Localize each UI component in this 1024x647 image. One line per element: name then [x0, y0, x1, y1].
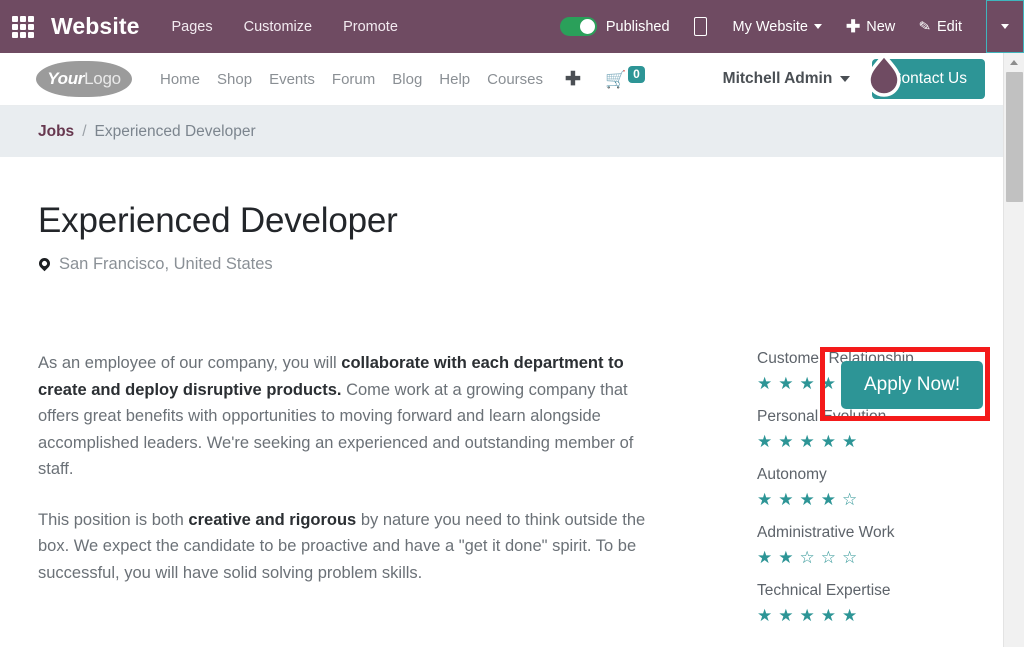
job-paragraph-text: As an employee of our company, you will [38, 354, 341, 372]
skill-rating: ★ ★ ☆ ☆ ☆ [757, 549, 987, 566]
map-pin-icon [37, 256, 53, 272]
breadcrumb-separator: / [82, 123, 86, 141]
editor-top-bar-right: Published My Website ✚ New ✎ Edit [560, 0, 1024, 53]
skill-name: Technical Expertise [757, 582, 987, 600]
chevron-down-icon [814, 24, 822, 29]
mobile-preview-icon[interactable] [694, 17, 707, 36]
app-title: Website [51, 13, 139, 40]
skill-rating: ★ ★ ★ ★ ☆ [757, 491, 987, 508]
cart-widget[interactable]: 🛒 0 [605, 71, 645, 88]
skill-rating: ★ ★ ★ ★ ★ [757, 607, 987, 624]
skill-name: Administrative Work [757, 524, 987, 542]
cart-icon: 🛒 [605, 71, 626, 88]
star-empty-icon: ☆ [842, 491, 857, 508]
nav-item-help[interactable]: Help [439, 71, 470, 88]
star-filled-icon: ★ [757, 491, 772, 508]
star-filled-icon: ★ [778, 375, 793, 392]
star-filled-icon: ★ [800, 375, 815, 392]
nav-item-courses[interactable]: Courses [487, 71, 543, 88]
star-filled-icon: ★ [778, 433, 793, 450]
star-filled-icon: ★ [821, 607, 836, 624]
edit-button-label: Edit [937, 19, 962, 35]
user-menu[interactable]: Mitchell Admin [723, 70, 851, 88]
nav-item-blog[interactable]: Blog [392, 71, 422, 88]
publish-toggle-group[interactable]: Published [560, 17, 670, 36]
publish-label: Published [606, 19, 670, 35]
nav-item-events[interactable]: Events [269, 71, 315, 88]
job-description: As an employee of our company, you will … [38, 350, 658, 610]
my-website-label: My Website [733, 19, 808, 35]
vertical-scrollbar[interactable] [1003, 53, 1024, 647]
breadcrumb: Jobs / Experienced Developer [38, 123, 256, 141]
new-button-label: New [866, 19, 895, 35]
menu-item-promote[interactable]: Promote [343, 19, 398, 35]
star-filled-icon: ★ [821, 433, 836, 450]
cart-count-badge: 0 [628, 66, 645, 83]
job-location: San Francisco, United States [39, 255, 273, 274]
job-paragraph-text: This position is both [38, 511, 188, 529]
star-filled-icon: ★ [800, 607, 815, 624]
publish-toggle[interactable] [560, 17, 597, 36]
job-paragraph: As an employee of our company, you will … [38, 350, 658, 483]
nav-item-shop[interactable]: Shop [217, 71, 252, 88]
pencil-icon: ✎ [918, 17, 933, 36]
plus-icon[interactable]: ✚ [565, 68, 581, 91]
edit-button[interactable]: ✎ Edit [919, 18, 962, 35]
scroll-thumb[interactable] [1006, 72, 1023, 202]
job-location-text: San Francisco, United States [59, 255, 273, 274]
caret-down-icon [1001, 24, 1009, 29]
star-filled-icon: ★ [842, 607, 857, 624]
star-filled-icon: ★ [757, 375, 772, 392]
scroll-up-arrow-icon[interactable] [1004, 53, 1024, 71]
chevron-down-icon [840, 76, 850, 82]
user-name: Mitchell Admin [723, 70, 833, 88]
menu-item-pages[interactable]: Pages [171, 19, 212, 35]
contact-us-button[interactable]: Contact Us [872, 59, 985, 99]
star-filled-icon: ★ [757, 607, 772, 624]
breadcrumb-band: Jobs / Experienced Developer [0, 106, 1003, 157]
star-filled-icon: ★ [778, 549, 793, 566]
job-detail-content: Experienced Developer San Francisco, Uni… [0, 157, 1003, 647]
star-filled-icon: ★ [800, 433, 815, 450]
breadcrumb-parent-jobs[interactable]: Jobs [38, 123, 74, 141]
star-empty-icon: ☆ [821, 549, 836, 566]
website-page: Website Pages Customize Promote Publishe… [0, 0, 1024, 647]
star-filled-icon: ★ [757, 433, 772, 450]
plus-icon: ✚ [846, 18, 860, 35]
logo-secondary-text: Logo [84, 69, 121, 89]
site-logo[interactable]: YourLogo [36, 61, 132, 97]
star-filled-icon: ★ [800, 491, 815, 508]
star-filled-icon: ★ [778, 607, 793, 624]
page-title: Experienced Developer [38, 201, 398, 241]
nav-item-forum[interactable]: Forum [332, 71, 375, 88]
annotation-highlight-box [820, 347, 990, 421]
logo-primary-text: Your [47, 69, 84, 89]
website-header: YourLogo Home Shop Events Forum Blog Hel… [0, 53, 1003, 106]
apps-grid-icon[interactable] [12, 16, 34, 38]
skill-name: Autonomy [757, 466, 987, 484]
editor-top-bar: Website Pages Customize Promote Publishe… [0, 0, 1024, 53]
editor-extra-dropdown[interactable] [986, 0, 1024, 53]
star-filled-icon: ★ [757, 549, 772, 566]
star-filled-icon: ★ [842, 433, 857, 450]
new-button[interactable]: ✚ New [846, 18, 895, 35]
nav-item-home[interactable]: Home [160, 71, 200, 88]
star-empty-icon: ☆ [842, 549, 857, 566]
job-paragraph-bold: creative and rigorous [188, 511, 356, 529]
job-paragraph: This position is both creative and rigor… [38, 507, 658, 587]
menu-item-customize[interactable]: Customize [244, 19, 313, 35]
star-filled-icon: ★ [778, 491, 793, 508]
skill-rating: ★ ★ ★ ★ ★ [757, 433, 987, 450]
my-website-dropdown[interactable]: My Website [733, 19, 822, 35]
star-empty-icon: ☆ [800, 549, 815, 566]
site-navigation: Home Shop Events Forum Blog Help Courses… [160, 68, 581, 91]
breadcrumb-current: Experienced Developer [95, 123, 256, 141]
star-filled-icon: ★ [821, 491, 836, 508]
editor-menu: Pages Customize Promote [171, 19, 397, 35]
